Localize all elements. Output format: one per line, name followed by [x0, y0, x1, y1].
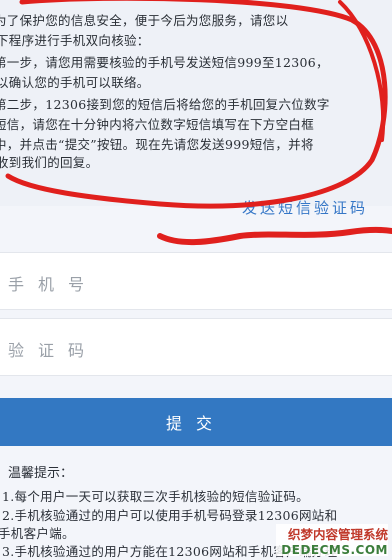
instruction-line: 下程序进行手机双向核验：	[0, 33, 150, 48]
tip-line: 1.每个用户一天可以获取三次手机核验的短信验证码。	[2, 489, 309, 504]
tips-title: 温馨提示：	[8, 466, 74, 481]
instruction-line: 第一步，请您用需要核验的手机号发送短信999至12306，	[0, 55, 329, 70]
watermark-en: DEDECMS.COM	[281, 543, 388, 557]
watermark: 织梦内容管理系统 DEDECMS.COM	[276, 524, 388, 557]
send-code-link[interactable]: 发送短信验证码	[242, 197, 368, 218]
phone-field[interactable]: 手机号	[0, 252, 392, 310]
verification-instructions: 为了保护您的信息安全，便于今后为您服务，请您以 下程序进行手机双向核验： 第一步…	[0, 0, 392, 206]
tip-line: 2.手机核验通过的用户可以使用手机号码登录12306网站和	[2, 508, 338, 523]
submit-button[interactable]: 提交	[0, 398, 392, 446]
instruction-line: 中，并点击“提交”按钮。现在先请您发送999短信，并将	[0, 137, 314, 152]
code-field-label: 验证码	[8, 341, 99, 360]
phone-field-label: 手机号	[8, 275, 99, 294]
verification-code-field[interactable]: 验证码	[0, 318, 392, 376]
instruction-line: 收到我们的回复。	[0, 155, 99, 170]
instruction-line: 短信，请您在十分钟内将六位数字短信填写在下方空白框	[0, 117, 315, 132]
tip-line: 手机客户端。	[0, 526, 75, 541]
instruction-line: 第二步，12306接到您的短信后将给您的手机回复六位数字	[0, 97, 330, 112]
instruction-line: 为了保护您的信息安全，便于今后为您服务，请您以	[0, 13, 289, 28]
watermark-cn: 织梦内容管理系统	[287, 527, 388, 542]
instruction-line: 以确认您的手机可以联络。	[0, 75, 150, 90]
